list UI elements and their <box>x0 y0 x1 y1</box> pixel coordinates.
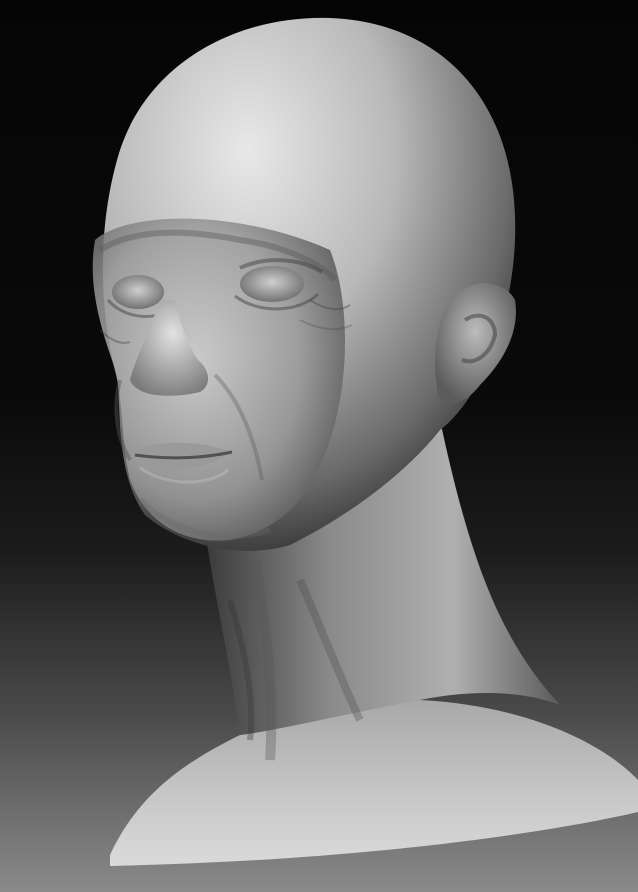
left-eye <box>112 275 164 309</box>
shoulders <box>110 700 638 866</box>
right-eye <box>240 266 304 302</box>
render-viewport <box>0 0 638 892</box>
sculpt-render <box>92 17 638 866</box>
